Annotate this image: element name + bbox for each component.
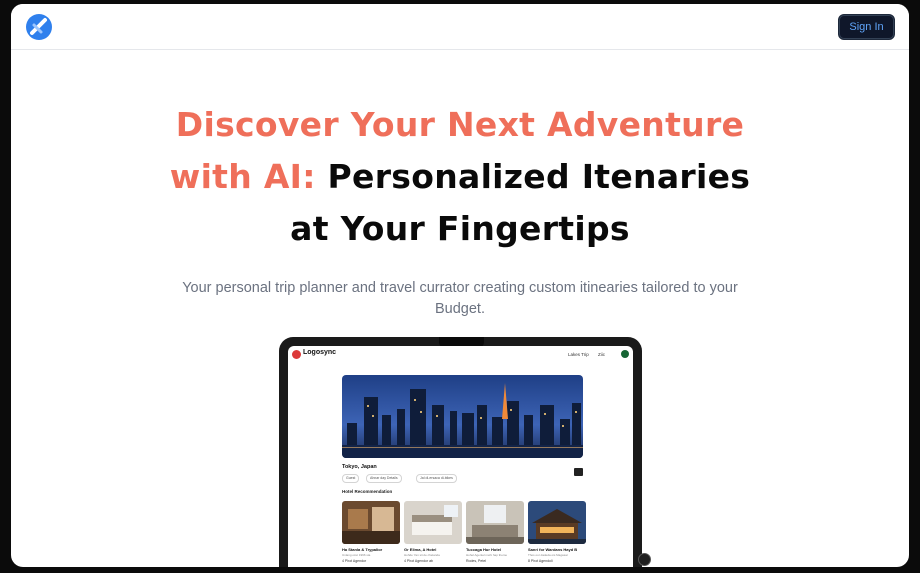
logo-icon[interactable] [25,13,53,41]
preview-nav-link-1: Lakes Trip [568,352,589,357]
preview-logo-icon [292,350,301,359]
preview-trip-title: Tokyo, Japan [342,464,377,470]
hotel-name: Tuccaga Hur Hotel [466,547,502,552]
preview-avatar [621,350,629,358]
hotel-card: Ha Stanla & Trypalior Unlang ozet 1996 s… [342,501,400,567]
subtitle-line-2: Budget. [435,301,485,317]
hero-accent-text-1: Discover Your Next Adventure [175,105,745,144]
hero-line-3: at Your Fingertips [290,209,630,248]
preview-chip-2: Ahnar day Details [366,474,402,483]
hotel-image [466,501,524,544]
hotel-name: Ha Stanla & Trypalior [342,547,383,552]
preview-chip-3: Jal di-ersaca di-bikes [416,474,457,483]
hotel-meta: 4 Phot Agendor ab [404,559,433,563]
hotel-image [404,501,462,544]
city-skyline-image [342,375,583,458]
page: Sign In Discover Your Next Adventure wit… [11,4,909,567]
hero-subtitle: Your personal trip planner and travel cu… [11,278,909,320]
hotel-desc: Thos our dadeda ois Magasar [528,553,568,557]
preview-brand: Logosync [303,349,337,356]
top-nav: Sign In [11,4,909,50]
sign-in-button[interactable]: Sign In [838,14,895,40]
preview-action-button [574,468,583,476]
hotel-meta: 4 Phot Agendor [342,559,367,563]
hotel-card: Gr Elima, A Hotel Hohde Yan sit de chela… [404,501,462,567]
preview-nav-link-2: Ziic [598,352,605,357]
hero-line-2: with AI: Personalized Itenaries [11,151,909,203]
preview-nav: Logosync Lakes Trip Ziic [288,346,633,366]
hero-heading: Discover Your Next Adventure with AI: Pe… [11,99,909,255]
subtitle-line-1: Your personal trip planner and travel cu… [182,280,738,296]
hotel-name: Sanri for Wardans Hayd B [528,547,578,552]
hotel-name: Gr Elima, A Hotel [404,547,437,552]
hotel-meta: Rodes, Petel [466,559,487,563]
hotel-meta: 8 Phot Agendoli [528,559,553,563]
scroll-indicator[interactable] [638,553,651,566]
hotel-desc: Unlang ozet 1996 sta [342,553,371,557]
preview-chip-1: Guest [342,474,360,483]
laptop-mockup: Logosync Lakes Trip Ziic Tokyo, Japan Gu… [279,337,642,567]
hotel-desc: Hohde Yan sit de chelanda [404,553,440,557]
hotel-image [528,501,586,544]
hero-line-1: Discover Your Next Adventure [11,99,909,151]
hotel-desc: Hohel Agentel mehi hap theme [466,553,508,557]
laptop-screen: Logosync Lakes Trip Ziic Tokyo, Japan Gu… [288,346,633,567]
hero-accent-text-2: with AI: [169,157,316,196]
preview-section-title: Hotel Recommendation [342,489,393,494]
hero-text-2: Personalized Itenaries [315,157,751,196]
hotel-card: Tuccaga Hur Hotel Hohel Agentel mehi hap… [466,501,524,567]
hotel-card: Sanri for Wardans Hayd B Thos our dadeda… [528,501,586,567]
hotel-image [342,501,400,544]
